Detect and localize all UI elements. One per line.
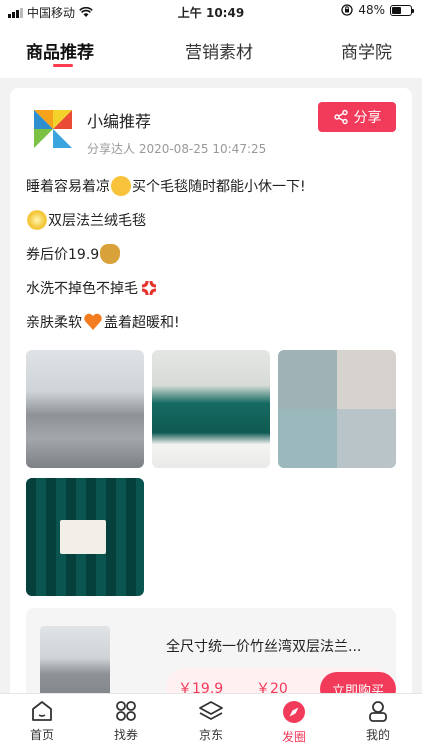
product-card[interactable]: 全尺寸统一价竹丝湾双层法兰... ￥19.9 ￥20 立即购买: [26, 608, 396, 700]
top-tabs: 商品推荐 营销素材 商学院: [0, 22, 422, 78]
nav-item-moments[interactable]: 发圈: [264, 700, 324, 745]
post-text-line: 睡着容易着凉 买个毛毯随时都能小休一下!: [26, 176, 306, 196]
nav-item-coupons[interactable]: 找券: [96, 700, 156, 743]
nav-item-mine[interactable]: 我的: [348, 700, 408, 743]
product-photo[interactable]: [26, 478, 144, 596]
nav-label: 我的: [365, 728, 390, 742]
active-tab-indicator: [53, 64, 73, 67]
compass-icon: [283, 701, 305, 723]
pinwheel-avatar-icon: [34, 110, 72, 148]
layers-icon: [199, 701, 223, 720]
tab-business-school[interactable]: 商学院: [341, 38, 392, 63]
battery-percent: 48%: [358, 3, 385, 17]
product-photo[interactable]: [152, 350, 270, 468]
battery-icon: [390, 4, 414, 16]
product-photo-collage[interactable]: [278, 350, 396, 468]
product-thumbnail: [40, 626, 110, 700]
product-title: 全尺寸统一价竹丝湾双层法兰...: [166, 639, 362, 655]
nav-label: 找券: [113, 728, 138, 742]
post-author[interactable]: 小编推荐: [87, 108, 151, 132]
post-text-line: 亲肤柔软 盖着超暖和!: [26, 312, 180, 332]
share-label: 分享: [353, 110, 382, 126]
sleepy-face-emoji-icon: [111, 176, 131, 196]
orange-heart-emoji-icon: [84, 313, 102, 330]
post-text-line: 券后价19.9: [26, 244, 121, 264]
share-icon: [333, 109, 348, 125]
anger-symbol-emoji-icon: [141, 280, 157, 296]
post-text-line: 双层法兰绒毛毯: [26, 210, 146, 230]
text-segment: 券后价19.9: [26, 247, 100, 263]
coupon-grid-icon: [116, 701, 136, 721]
rotation-lock-icon: [341, 4, 353, 16]
text-segment: 水洗不掉色不掉毛: [26, 281, 138, 297]
bottom-nav: 首页 找券 京东 发圈 我的: [0, 693, 422, 750]
profile-icon: [369, 701, 387, 722]
status-bar: 中国移动 上午 10:49 48%: [0, 0, 422, 22]
tab-marketing-material[interactable]: 营销素材: [185, 38, 253, 63]
nav-label: 发圈: [281, 730, 306, 744]
product-label-tag: [60, 520, 106, 554]
text-segment: 买个毛毯随时都能小休一下!: [132, 179, 306, 195]
nav-label: 首页: [29, 728, 54, 742]
post-meta: 分享达人 2020-08-25 10:47:25: [87, 142, 267, 156]
text-segment: 睡着容易着凉: [26, 179, 110, 195]
post-card: 小编推荐 分享达人 2020-08-25 10:47:25 分享 睡着容易着凉 …: [10, 88, 412, 700]
share-button[interactable]: 分享: [318, 102, 396, 132]
text-segment: 盖着超暖和!: [104, 315, 180, 331]
nav-item-home[interactable]: 首页: [12, 700, 72, 743]
text-segment: 双层法兰绒毛毯: [48, 213, 146, 229]
tab-product-recommend[interactable]: 商品推荐: [26, 38, 94, 63]
post-text-line: 水洗不掉色不掉毛: [26, 278, 160, 298]
sparkle-emoji-icon: [27, 210, 47, 230]
text-segment: 亲肤柔软: [26, 315, 82, 331]
home-icon: [32, 701, 52, 721]
nav-label: 京东: [198, 728, 223, 742]
product-photo[interactable]: [26, 350, 144, 468]
nav-item-jd[interactable]: 京东: [181, 700, 241, 743]
money-bag-emoji-icon: [100, 244, 121, 264]
